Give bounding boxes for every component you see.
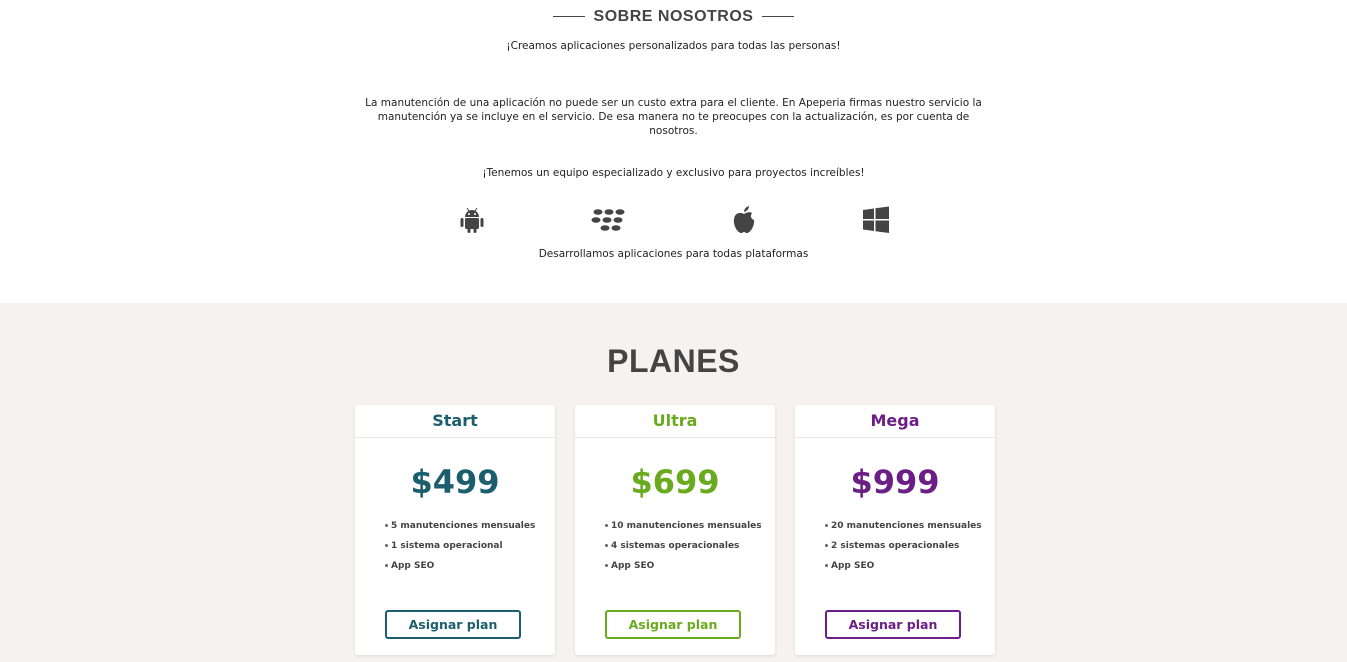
assign-plan-button-mega[interactable]: Asignar plan (825, 610, 961, 639)
list-item: App SEO (825, 556, 995, 576)
list-item: 10 manutenciones mensuales (605, 516, 775, 536)
plan-price: $499 (410, 463, 500, 501)
list-item: 1 sistema operacional (385, 536, 555, 556)
plan-features: 20 manutenciones mensuales 2 sistemas op… (825, 516, 995, 576)
windows-icon (860, 206, 892, 236)
plans-title: PLANES (607, 343, 740, 379)
title-line-right (762, 16, 795, 18)
about-paragraph: La manutención de una aplicación no pued… (365, 97, 982, 137)
about-section: SOBRE NOSOTROS ¡Creamos aplicaciones per… (0, 0, 1347, 303)
about-tagline: ¡Creamos aplicaciones personalizados par… (506, 40, 841, 52)
plan-price: $999 (850, 463, 940, 501)
list-item: 5 manutenciones mensuales (385, 516, 555, 536)
plan-card-ultra: Ultra $699 10 manutenciones mensuales 4 … (575, 405, 775, 655)
blackberry-icon (590, 206, 630, 236)
plan-name: Start (355, 405, 555, 438)
team-text: ¡Tenemos un equipo especializado y exclu… (482, 167, 865, 179)
plan-price: $699 (630, 463, 720, 501)
list-item: 20 manutenciones mensuales (825, 516, 995, 536)
plan-features: 10 manutenciones mensuales 4 sistemas op… (605, 516, 775, 576)
about-title-text: SOBRE NOSOTROS (593, 8, 754, 25)
plan-name: Mega (795, 405, 995, 438)
list-item: 4 sistemas operacionales (605, 536, 775, 556)
list-item: App SEO (385, 556, 555, 576)
plan-card-mega: Mega $999 20 manutenciones mensuales 2 s… (795, 405, 995, 655)
plans-section: PLANES Start $499 5 manutenciones mensua… (0, 303, 1347, 662)
platform-icons (0, 206, 1347, 236)
list-item: 2 sistemas operacionales (825, 536, 995, 556)
about-title: SOBRE NOSOTROS (0, 8, 1347, 26)
assign-plan-button-start[interactable]: Asignar plan (385, 610, 521, 639)
list-item: App SEO (605, 556, 775, 576)
plan-features: 5 manutenciones mensuales 1 sistema oper… (385, 516, 555, 576)
plan-card-start: Start $499 5 manutenciones mensuales 1 s… (355, 405, 555, 655)
android-icon (456, 206, 488, 236)
plan-name: Ultra (575, 405, 775, 438)
title-line-left (552, 16, 585, 18)
assign-plan-button-ultra[interactable]: Asignar plan (605, 610, 741, 639)
platforms-text: Desarrollamos aplicaciones para todas pl… (538, 248, 809, 260)
apple-icon (728, 206, 760, 236)
